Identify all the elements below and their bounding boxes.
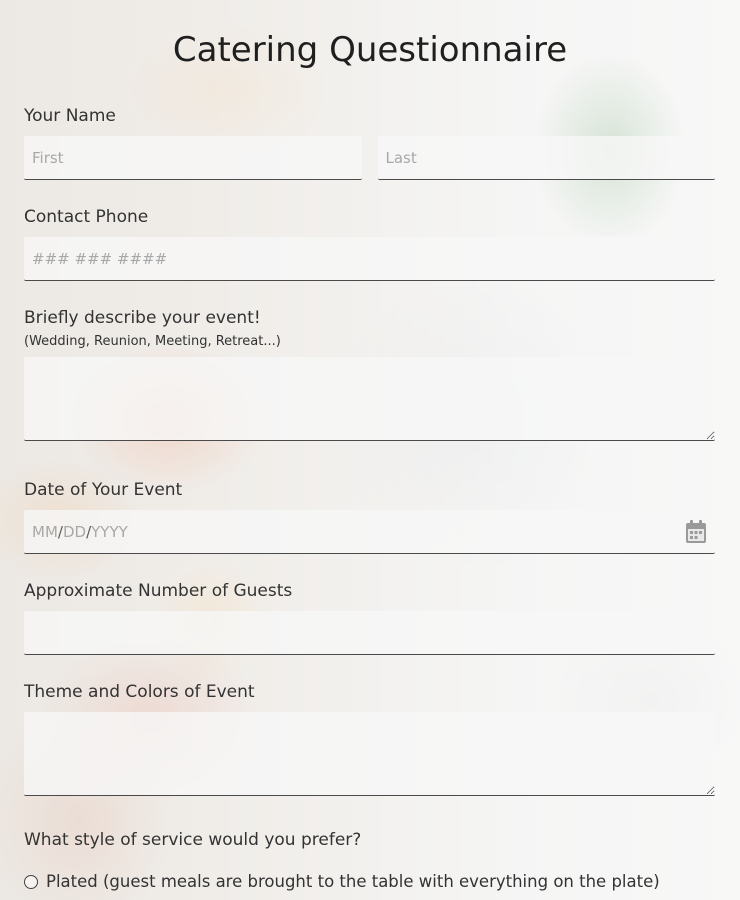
radio-button[interactable] — [24, 874, 38, 889]
event-description-field-group: Briefly describe your event! (Wedding, R… — [24, 308, 715, 441]
guests-input[interactable] — [24, 611, 715, 655]
phone-input[interactable] — [24, 237, 715, 281]
phone-field-group: Contact Phone — [24, 207, 715, 281]
theme-label: Theme and Colors of Event — [24, 682, 255, 702]
last-name-input[interactable] — [377, 136, 715, 180]
date-input-wrapper: MM/DD/YYYY — [24, 510, 715, 554]
guests-label: Approximate Number of Guests — [24, 581, 293, 601]
event-date-label: Date of Your Event — [24, 480, 183, 500]
first-name-input[interactable] — [24, 136, 362, 180]
page-title: Catering Questionnaire — [172, 30, 568, 70]
service-style-label: What style of service would you prefer? — [24, 830, 362, 850]
name-inputs — [24, 136, 715, 180]
event-description-hint: (Wedding, Reunion, Meeting, Retreat...) — [24, 334, 281, 349]
phone-label: Contact Phone — [24, 207, 149, 227]
theme-textarea[interactable] — [24, 712, 715, 796]
event-description-label: Briefly describe your event! — [24, 308, 261, 328]
catering-form: Catering Questionnaire Your Name Contact… — [0, 0, 740, 891]
service-option-plated[interactable]: Plated (guest meals are brought to the t… — [24, 872, 715, 891]
service-style-field-group: What style of service would you prefer? … — [24, 830, 715, 891]
calendar-icon[interactable] — [685, 520, 707, 544]
event-date-field-group: Date of Your Event MM/DD/YYYY — [24, 480, 715, 554]
guests-field-group: Approximate Number of Guests — [24, 581, 715, 655]
service-option-label: Plated (guest meals are brought to the t… — [46, 872, 660, 891]
name-label: Your Name — [24, 106, 116, 126]
event-date-input[interactable] — [24, 510, 715, 554]
name-field-group: Your Name — [24, 106, 715, 180]
event-description-textarea[interactable] — [24, 357, 715, 441]
theme-field-group: Theme and Colors of Event — [24, 682, 715, 796]
